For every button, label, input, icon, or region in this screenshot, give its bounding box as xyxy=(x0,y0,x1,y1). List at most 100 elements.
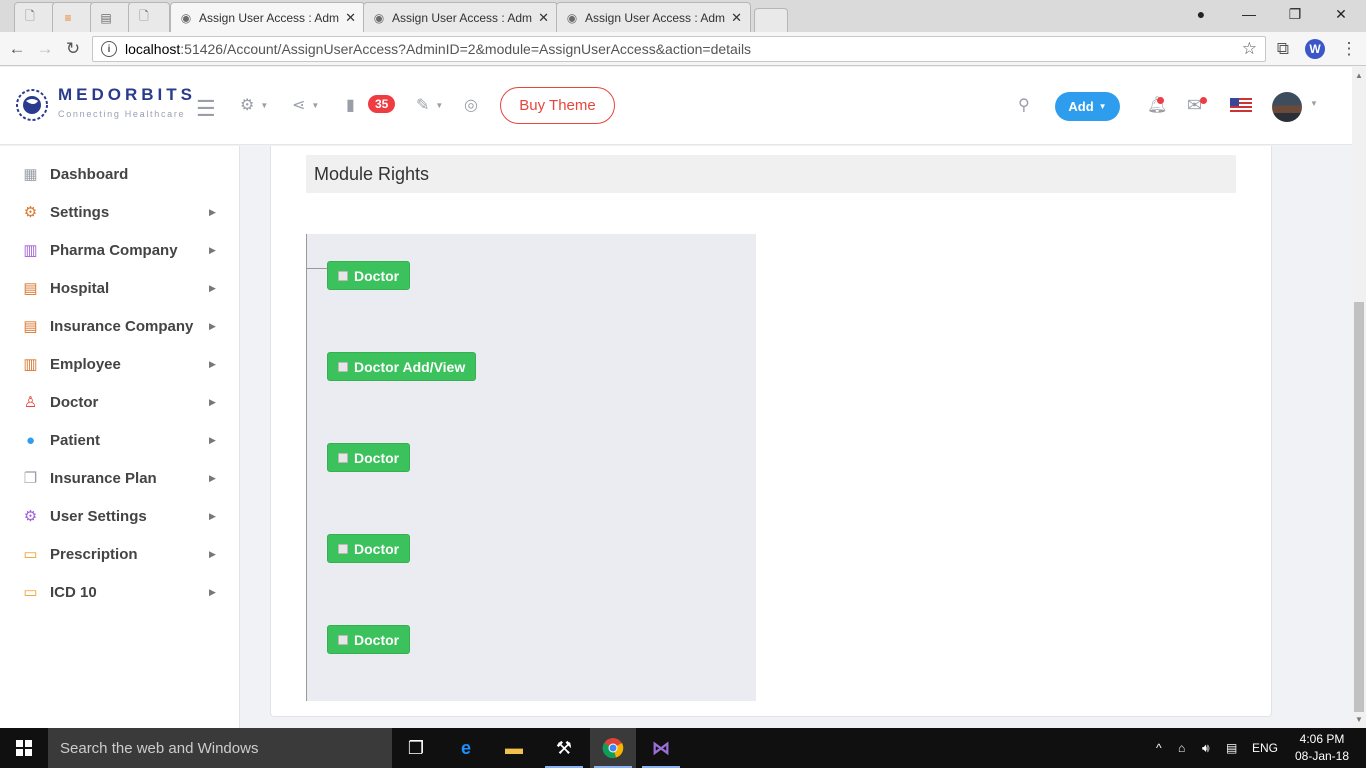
tree-node-label: Doctor xyxy=(354,631,400,648)
close-tab-icon[interactable]: ✕ xyxy=(731,10,742,26)
sidebar-item-prescription[interactable]: ▭ Prescription ▶ xyxy=(0,535,240,573)
browser-tab[interactable]: ◉ Assign User Access : Adm ✕ xyxy=(556,2,751,32)
forward-icon[interactable]: → xyxy=(34,38,56,60)
hamburger-menu-icon[interactable]: ☰ xyxy=(196,96,216,122)
user-avatar[interactable] xyxy=(1272,92,1302,122)
sidebar-item-employee[interactable]: ▥ Employee ▶ xyxy=(0,345,240,383)
browser-tab[interactable]: 🗋 xyxy=(128,2,170,32)
chrome-icon[interactable] xyxy=(590,728,636,768)
sidebar-item-insurance-plan[interactable]: ❐ Insurance Plan ▶ xyxy=(0,459,240,497)
mail-dot xyxy=(1200,97,1207,104)
extension-w-icon[interactable]: W xyxy=(1305,39,1325,59)
task-view-icon[interactable]: ❐ xyxy=(393,728,439,768)
sidebar-item-icd-10[interactable]: ▭ ICD 10 ▶ xyxy=(0,573,240,611)
sidebar-item-label: Hospital xyxy=(50,279,110,297)
page-scrollbar[interactable]: ▲ ▼ xyxy=(1352,67,1366,728)
tree-node-doctor[interactable]: Doctor xyxy=(327,443,411,472)
back-icon[interactable]: ← xyxy=(6,38,28,60)
documents-button[interactable]: ▮ xyxy=(346,95,355,115)
medorbits-logo[interactable]: MEDORBITS Connecting Healthcare xyxy=(14,81,199,131)
node-checkbox[interactable] xyxy=(338,634,348,645)
close-tab-icon[interactable]: ✕ xyxy=(538,10,549,26)
chevron-right-icon: ▶ xyxy=(209,472,216,483)
add-dropdown-button[interactable]: Add ▼ xyxy=(1055,92,1120,121)
taskbar-search-input[interactable]: Search the web and Windows xyxy=(48,728,392,768)
tree-node-label: Doctor Add/View xyxy=(354,358,466,375)
address-bar[interactable]: i localhost:51426/Account/AssignUserAcce… xyxy=(92,36,1266,62)
sidebar-item-settings[interactable]: ⚙ Settings ▶ xyxy=(0,193,240,231)
restore-icon[interactable]: ❐ xyxy=(1272,0,1318,28)
reload-icon[interactable]: ↻ xyxy=(62,38,84,60)
sidebar-item-label: Settings xyxy=(50,203,110,221)
search-icon[interactable]: ⚲ xyxy=(1018,95,1030,115)
tree-node-doctor[interactable]: Doctor xyxy=(327,534,411,563)
node-checkbox[interactable] xyxy=(338,361,348,372)
edge-icon[interactable]: e xyxy=(443,728,489,768)
notification-dot xyxy=(1157,97,1164,104)
browser-tab[interactable]: ▤ xyxy=(90,2,132,32)
book-icon: ▮ xyxy=(346,97,355,114)
browser-tab-active[interactable]: ◉ Assign User Access : Adm ✕ xyxy=(170,2,365,32)
action-center-icon[interactable]: ▤ xyxy=(1226,728,1237,768)
scrollbar-thumb[interactable] xyxy=(1354,302,1364,712)
chevron-down-icon: ▼ xyxy=(435,100,444,110)
menu-kebab-icon[interactable]: ⋮ xyxy=(1338,38,1360,60)
node-checkbox[interactable] xyxy=(338,452,348,463)
sidebar-item-label: Doctor xyxy=(50,393,99,411)
visual-studio-icon[interactable]: ⋈ xyxy=(638,728,684,768)
tab-title: Assign User Access : Adm xyxy=(199,10,340,25)
chevron-right-icon: ▶ xyxy=(209,434,216,445)
system-clock[interactable]: 4:06 PM 08-Jan-18 xyxy=(1290,731,1354,765)
chevron-down-icon[interactable]: ▼ xyxy=(1310,99,1318,108)
sidebar-item-patient[interactable]: ● Patient ▶ xyxy=(0,421,240,459)
gear-dropdown[interactable]: ⚙ ▼ xyxy=(240,95,268,115)
chevron-right-icon: ▶ xyxy=(209,206,216,217)
tree-node-doctor[interactable]: Doctor xyxy=(327,261,411,290)
doc-icon: ▤ xyxy=(100,10,112,25)
buy-theme-button[interactable]: Buy Theme xyxy=(500,87,615,124)
sidebar-item-pharma-company[interactable]: ▥ Pharma Company ▶ xyxy=(0,231,240,269)
sidebar-item-label: User Settings xyxy=(50,507,147,525)
node-checkbox[interactable] xyxy=(338,270,348,281)
share-dropdown[interactable]: ⋖ ▼ xyxy=(292,95,319,115)
bookmark-star-icon[interactable]: ☆ xyxy=(1242,39,1257,59)
chevron-right-icon: ▶ xyxy=(209,396,216,407)
browser-tab[interactable]: ◉ Assign User Access : Adm ✕ xyxy=(363,2,558,32)
network-icon[interactable]: ⌂ xyxy=(1178,728,1185,768)
logo-name: MEDORBITS xyxy=(58,85,196,104)
tree-node-doctor[interactable]: Doctor xyxy=(327,625,411,654)
close-window-icon[interactable]: ✕ xyxy=(1318,0,1364,28)
sidebar-item-doctor[interactable]: ♙ Doctor ▶ xyxy=(0,383,240,421)
edit-dropdown[interactable]: ✎ ▼ xyxy=(416,95,443,115)
profile-icon[interactable]: ● xyxy=(1178,0,1224,28)
start-button[interactable] xyxy=(0,728,48,768)
browser-tab[interactable]: 🗋 xyxy=(14,2,56,32)
clock-date: 08-Jan-18 xyxy=(1294,749,1350,763)
language-indicator[interactable]: ENG xyxy=(1252,728,1278,768)
new-tab-button[interactable] xyxy=(754,8,788,32)
tree-node-doctor-add-view[interactable]: Doctor Add/View xyxy=(327,352,477,381)
us-flag-icon[interactable] xyxy=(1230,98,1252,114)
tray-chevron-up-icon[interactable]: ^ xyxy=(1156,728,1162,768)
volume-icon[interactable]: 🔊︎ xyxy=(1202,728,1210,768)
scroll-up-icon[interactable]: ▲ xyxy=(1355,71,1363,80)
sidebar-item-dashboard[interactable]: ▦ Dashboard xyxy=(0,155,240,193)
node-checkbox[interactable] xyxy=(338,543,348,554)
browser-tab[interactable]: ≡ xyxy=(52,2,94,32)
minimize-icon[interactable]: — xyxy=(1226,0,1272,28)
close-tab-icon[interactable]: ✕ xyxy=(345,10,356,26)
chevron-right-icon: ▶ xyxy=(209,548,216,559)
file-explorer-icon[interactable]: ▬ xyxy=(491,728,537,768)
scroll-down-icon[interactable]: ▼ xyxy=(1355,715,1363,724)
tool-app-icon[interactable]: ⚒ xyxy=(541,728,587,768)
sidebar-item-user-settings[interactable]: ⚙ User Settings ▶ xyxy=(0,497,240,535)
help-lifebuoy-icon[interactable]: ◎ xyxy=(464,95,478,115)
sidebar-item-insurance-company[interactable]: ▤ Insurance Company ▶ xyxy=(0,307,240,345)
tree-node-label: Doctor xyxy=(354,540,400,557)
tree-node-label: Doctor xyxy=(354,449,400,466)
cast-icon[interactable]: ⧉ xyxy=(1272,38,1294,60)
sidebar-item-hospital[interactable]: ▤ Hospital ▶ xyxy=(0,269,240,307)
browser-toolbar: ← → ↻ i localhost:51426/Account/AssignUs… xyxy=(0,32,1366,66)
info-icon[interactable]: i xyxy=(101,41,117,57)
prescription-icon: ▭ xyxy=(23,584,38,601)
